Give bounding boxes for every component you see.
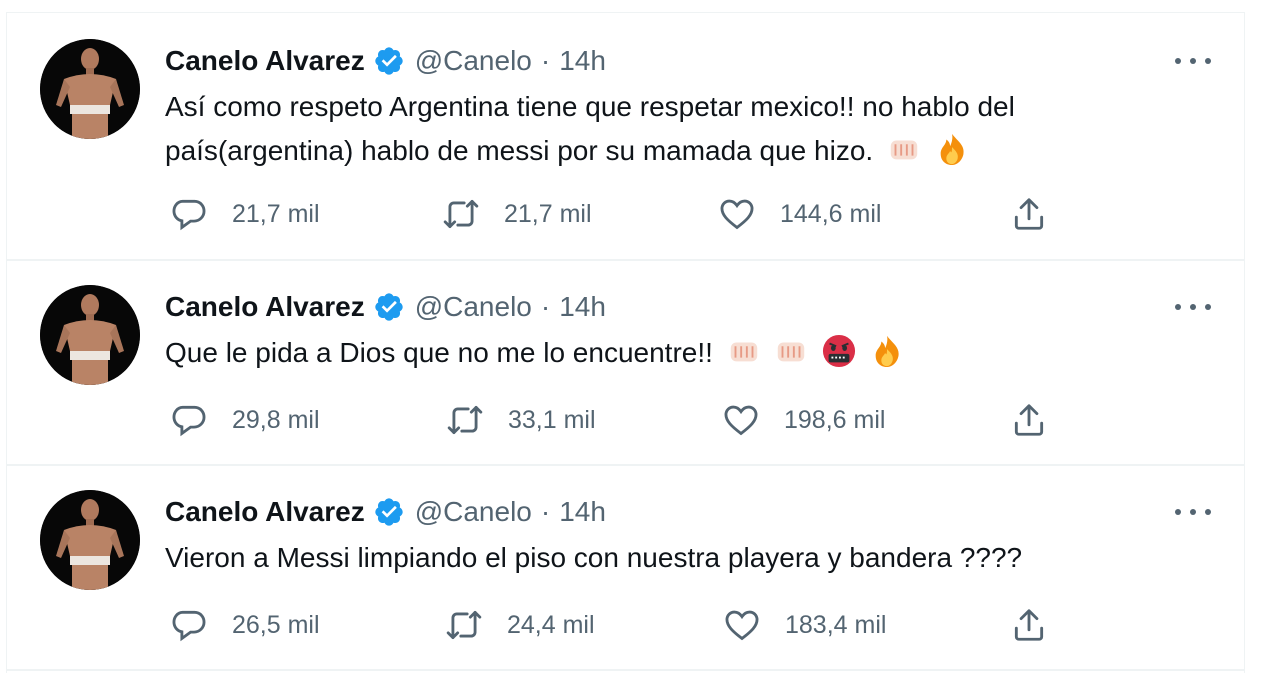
like-count: 183,4 mil xyxy=(785,610,887,639)
tweet-text: Que le pida a Dios que no me lo encuentr… xyxy=(165,331,1165,375)
author-handle[interactable]: @Canelo xyxy=(415,45,532,77)
retweet-button[interactable]: 24,4 mil xyxy=(445,605,595,645)
tweet[interactable]: Canelo Alvarez @Canelo · 14h Que le pida… xyxy=(7,261,1244,466)
retweet-icon xyxy=(447,405,483,435)
timestamp[interactable]: 14h xyxy=(559,496,606,528)
timestamp[interactable]: 14h xyxy=(559,45,606,77)
tweet[interactable]: Canelo Alvarez @Canelo · 14h Así como re… xyxy=(7,13,1244,261)
share-icon xyxy=(1014,198,1044,230)
tweet[interactable]: Canelo Alvarez @Canelo · 14h Vieron a Me… xyxy=(7,466,1244,671)
reply-icon xyxy=(172,610,206,642)
avatar[interactable] xyxy=(40,39,140,139)
avatar[interactable] xyxy=(40,490,140,590)
timeline: Canelo Alvarez @Canelo · 14h Así como re… xyxy=(6,12,1245,673)
share-button[interactable] xyxy=(1010,605,1048,645)
like-button[interactable]: 198,6 mil xyxy=(722,400,885,440)
fire-emoji xyxy=(940,133,964,166)
like-icon xyxy=(720,199,754,230)
like-button[interactable]: 183,4 mil xyxy=(723,605,886,645)
more-icon[interactable] xyxy=(1175,500,1211,524)
reply-button[interactable]: 21,7 mil xyxy=(170,194,320,234)
tweet-text: Así como respeto Argentina tiene que res… xyxy=(165,85,1165,173)
share-button[interactable] xyxy=(1010,194,1048,234)
share-button[interactable] xyxy=(1010,400,1048,440)
more-icon[interactable] xyxy=(1175,295,1211,319)
share-icon xyxy=(1014,404,1044,436)
tweet-actions: 26,5 mil 24,4 mil 183,4 mil xyxy=(165,605,1065,645)
verified-badge-icon xyxy=(375,293,403,321)
fire-emoji xyxy=(875,335,899,368)
retweet-button[interactable]: 33,1 mil xyxy=(446,400,596,440)
fist-emoji xyxy=(730,342,757,362)
fist-emoji xyxy=(778,342,805,362)
cursing-face-emoji xyxy=(823,334,856,368)
author-name[interactable]: Canelo Alvarez xyxy=(165,45,365,77)
verified-badge-icon xyxy=(375,47,403,75)
avatar[interactable] xyxy=(40,285,140,385)
like-count: 198,6 mil xyxy=(784,405,886,434)
tweet-text-content: Que le pida a Dios que no me lo encuentr… xyxy=(165,337,713,368)
reply-button[interactable]: 29,8 mil xyxy=(170,400,320,440)
fist-emoji xyxy=(890,140,918,160)
more-icon[interactable] xyxy=(1175,49,1211,73)
retweet-button[interactable]: 21,7 mil xyxy=(442,194,592,234)
retweet-count: 33,1 mil xyxy=(508,405,596,434)
tweet-actions: 29,8 mil 33,1 mil 198,6 mil xyxy=(165,400,1065,440)
like-count: 144,6 mil xyxy=(780,199,882,228)
tweet-header: Canelo Alvarez @Canelo · 14h xyxy=(165,43,606,79)
author-name[interactable]: Canelo Alvarez xyxy=(165,496,365,528)
retweet-icon xyxy=(443,199,479,229)
tweet-actions: 21,7 mil 21,7 mil 144,6 mil xyxy=(165,194,1065,234)
separator-dot: · xyxy=(540,496,551,527)
author-handle[interactable]: @Canelo xyxy=(415,291,532,323)
reply-count: 29,8 mil xyxy=(232,405,320,434)
separator-dot: · xyxy=(540,45,551,76)
retweet-icon xyxy=(446,610,482,640)
timestamp[interactable]: 14h xyxy=(559,291,606,323)
reply-icon xyxy=(172,199,206,231)
tweet-text-content: Vieron a Messi limpiando el piso con nue… xyxy=(165,542,1023,573)
reply-count: 26,5 mil xyxy=(232,610,320,639)
separator-dot: · xyxy=(540,291,551,322)
verified-badge-icon xyxy=(375,498,403,526)
reply-button[interactable]: 26,5 mil xyxy=(170,605,320,645)
like-icon xyxy=(724,405,758,436)
reply-count: 21,7 mil xyxy=(232,199,320,228)
tweet-header: Canelo Alvarez @Canelo · 14h xyxy=(165,289,606,325)
reply-icon xyxy=(172,405,206,437)
share-icon xyxy=(1014,609,1044,641)
retweet-count: 24,4 mil xyxy=(507,610,595,639)
author-name[interactable]: Canelo Alvarez xyxy=(165,291,365,323)
like-icon xyxy=(725,610,759,641)
like-button[interactable]: 144,6 mil xyxy=(718,194,881,234)
tweet-text: Vieron a Messi limpiando el piso con nue… xyxy=(165,536,1165,580)
tweet-header: Canelo Alvarez @Canelo · 14h xyxy=(165,494,606,530)
retweet-count: 21,7 mil xyxy=(504,199,592,228)
author-handle[interactable]: @Canelo xyxy=(415,496,532,528)
